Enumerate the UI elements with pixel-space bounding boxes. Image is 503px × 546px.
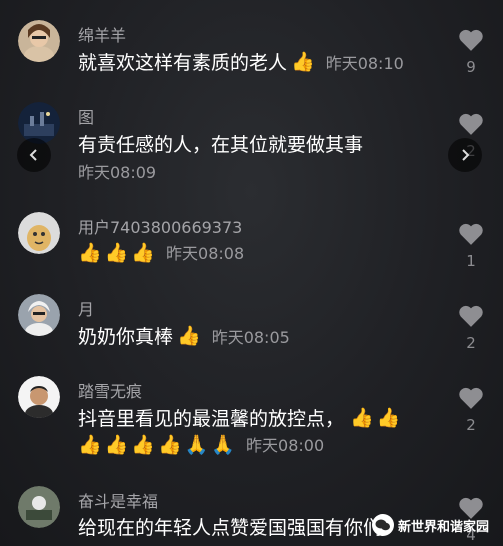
comment-body: 给现在的年轻人点赞爱国强国有你们 — [78, 517, 383, 539]
username[interactable]: 绵羊羊 — [78, 22, 126, 46]
heart-icon — [459, 113, 483, 135]
wechat-icon — [371, 514, 394, 536]
heart-icon — [459, 387, 483, 409]
comment-text: 给现在的年轻人点赞爱国强国有你们 — [78, 513, 382, 540]
comment-text: 昨天08:09 — [78, 159, 156, 183]
prev-arrow-button[interactable] — [17, 138, 51, 172]
heart-icon — [459, 305, 483, 327]
like-button[interactable]: 2 — [455, 386, 487, 434]
timestamp: 昨天08:00 — [246, 436, 325, 455]
like-button[interactable]: 2 — [455, 304, 487, 352]
comment-text: 抖音里看见的最温馨的放控点， 👍 👍 — [78, 404, 403, 431]
thumbs-up-icon: 👍 — [104, 433, 129, 456]
timestamp: 昨天08:10 — [325, 53, 404, 73]
chevron-right-icon — [462, 149, 470, 161]
comment-text: 就喜欢这样有素质的老人 👍 昨天08:10 — [78, 48, 404, 75]
like-count: 9 — [466, 58, 476, 76]
thumbs-up-icon: 👍 — [158, 433, 182, 456]
comment-body: 有责任感的人，在其位就要做其事 — [78, 134, 364, 156]
comment-body: 就喜欢这样有素质的老人 — [78, 52, 288, 74]
avatar[interactable] — [18, 20, 60, 62]
thumbs-up-icon: 👍 — [78, 433, 102, 456]
heart-icon — [459, 223, 483, 245]
comment-body: 奶奶你真棒 — [78, 326, 174, 348]
heart-icon — [459, 29, 483, 51]
comment-text: 有责任感的人，在其位就要做其事 — [78, 130, 363, 157]
thumbs-up-icon: 👍 — [104, 241, 129, 264]
timestamp: 昨天08:09 — [78, 163, 157, 182]
chevron-left-icon — [29, 149, 37, 161]
thumbs-up-icon: 👍 — [131, 433, 156, 456]
pray-icon: 🙏 — [184, 433, 209, 456]
comment-text: 奶奶你真棒 👍 昨天08:05 — [78, 322, 290, 349]
like-button[interactable]: 1 — [455, 222, 487, 270]
username[interactable]: 月 — [78, 296, 94, 320]
like-count: 1 — [466, 252, 476, 270]
thumbs-up-icon: 👍 — [78, 241, 102, 264]
pray-icon: 🙏 — [211, 433, 236, 456]
watermark: 新世界和谐家园 — [371, 514, 489, 536]
thumbs-up-icon: 👍 — [376, 407, 401, 429]
username[interactable]: 用户7403800669373 — [78, 214, 242, 238]
like-button[interactable]: 9 — [455, 28, 487, 76]
avatar[interactable] — [18, 212, 60, 254]
thumbs-up-icon: 👍 — [291, 51, 315, 73]
username[interactable]: 图 — [78, 104, 94, 128]
avatar[interactable] — [18, 102, 60, 144]
comment-text: 👍 👍 👍 昨天08:08 — [78, 240, 244, 264]
username[interactable]: 奋斗是幸福 — [78, 488, 158, 512]
comment-body: 抖音里看见的最温馨的放控点， — [78, 408, 345, 430]
timestamp: 昨天08:08 — [166, 244, 245, 263]
thumbs-up-icon: 👍 — [177, 325, 201, 347]
username[interactable]: 踏雪无痕 — [78, 378, 142, 402]
comment-text: 👍 👍 👍 👍 🙏 🙏 昨天08:00 — [78, 432, 324, 456]
timestamp: 昨天08:05 — [211, 327, 290, 347]
like-count: 2 — [466, 416, 476, 434]
like-count: 2 — [466, 334, 476, 352]
avatar[interactable] — [18, 486, 60, 528]
watermark-label: 新世界和谐家园 — [397, 519, 489, 535]
thumbs-up-icon: 👍 — [131, 241, 156, 264]
thumbs-up-icon: 👍 — [350, 407, 374, 429]
avatar[interactable] — [18, 294, 60, 336]
avatar[interactable] — [18, 376, 60, 418]
next-arrow-button[interactable] — [448, 138, 482, 172]
